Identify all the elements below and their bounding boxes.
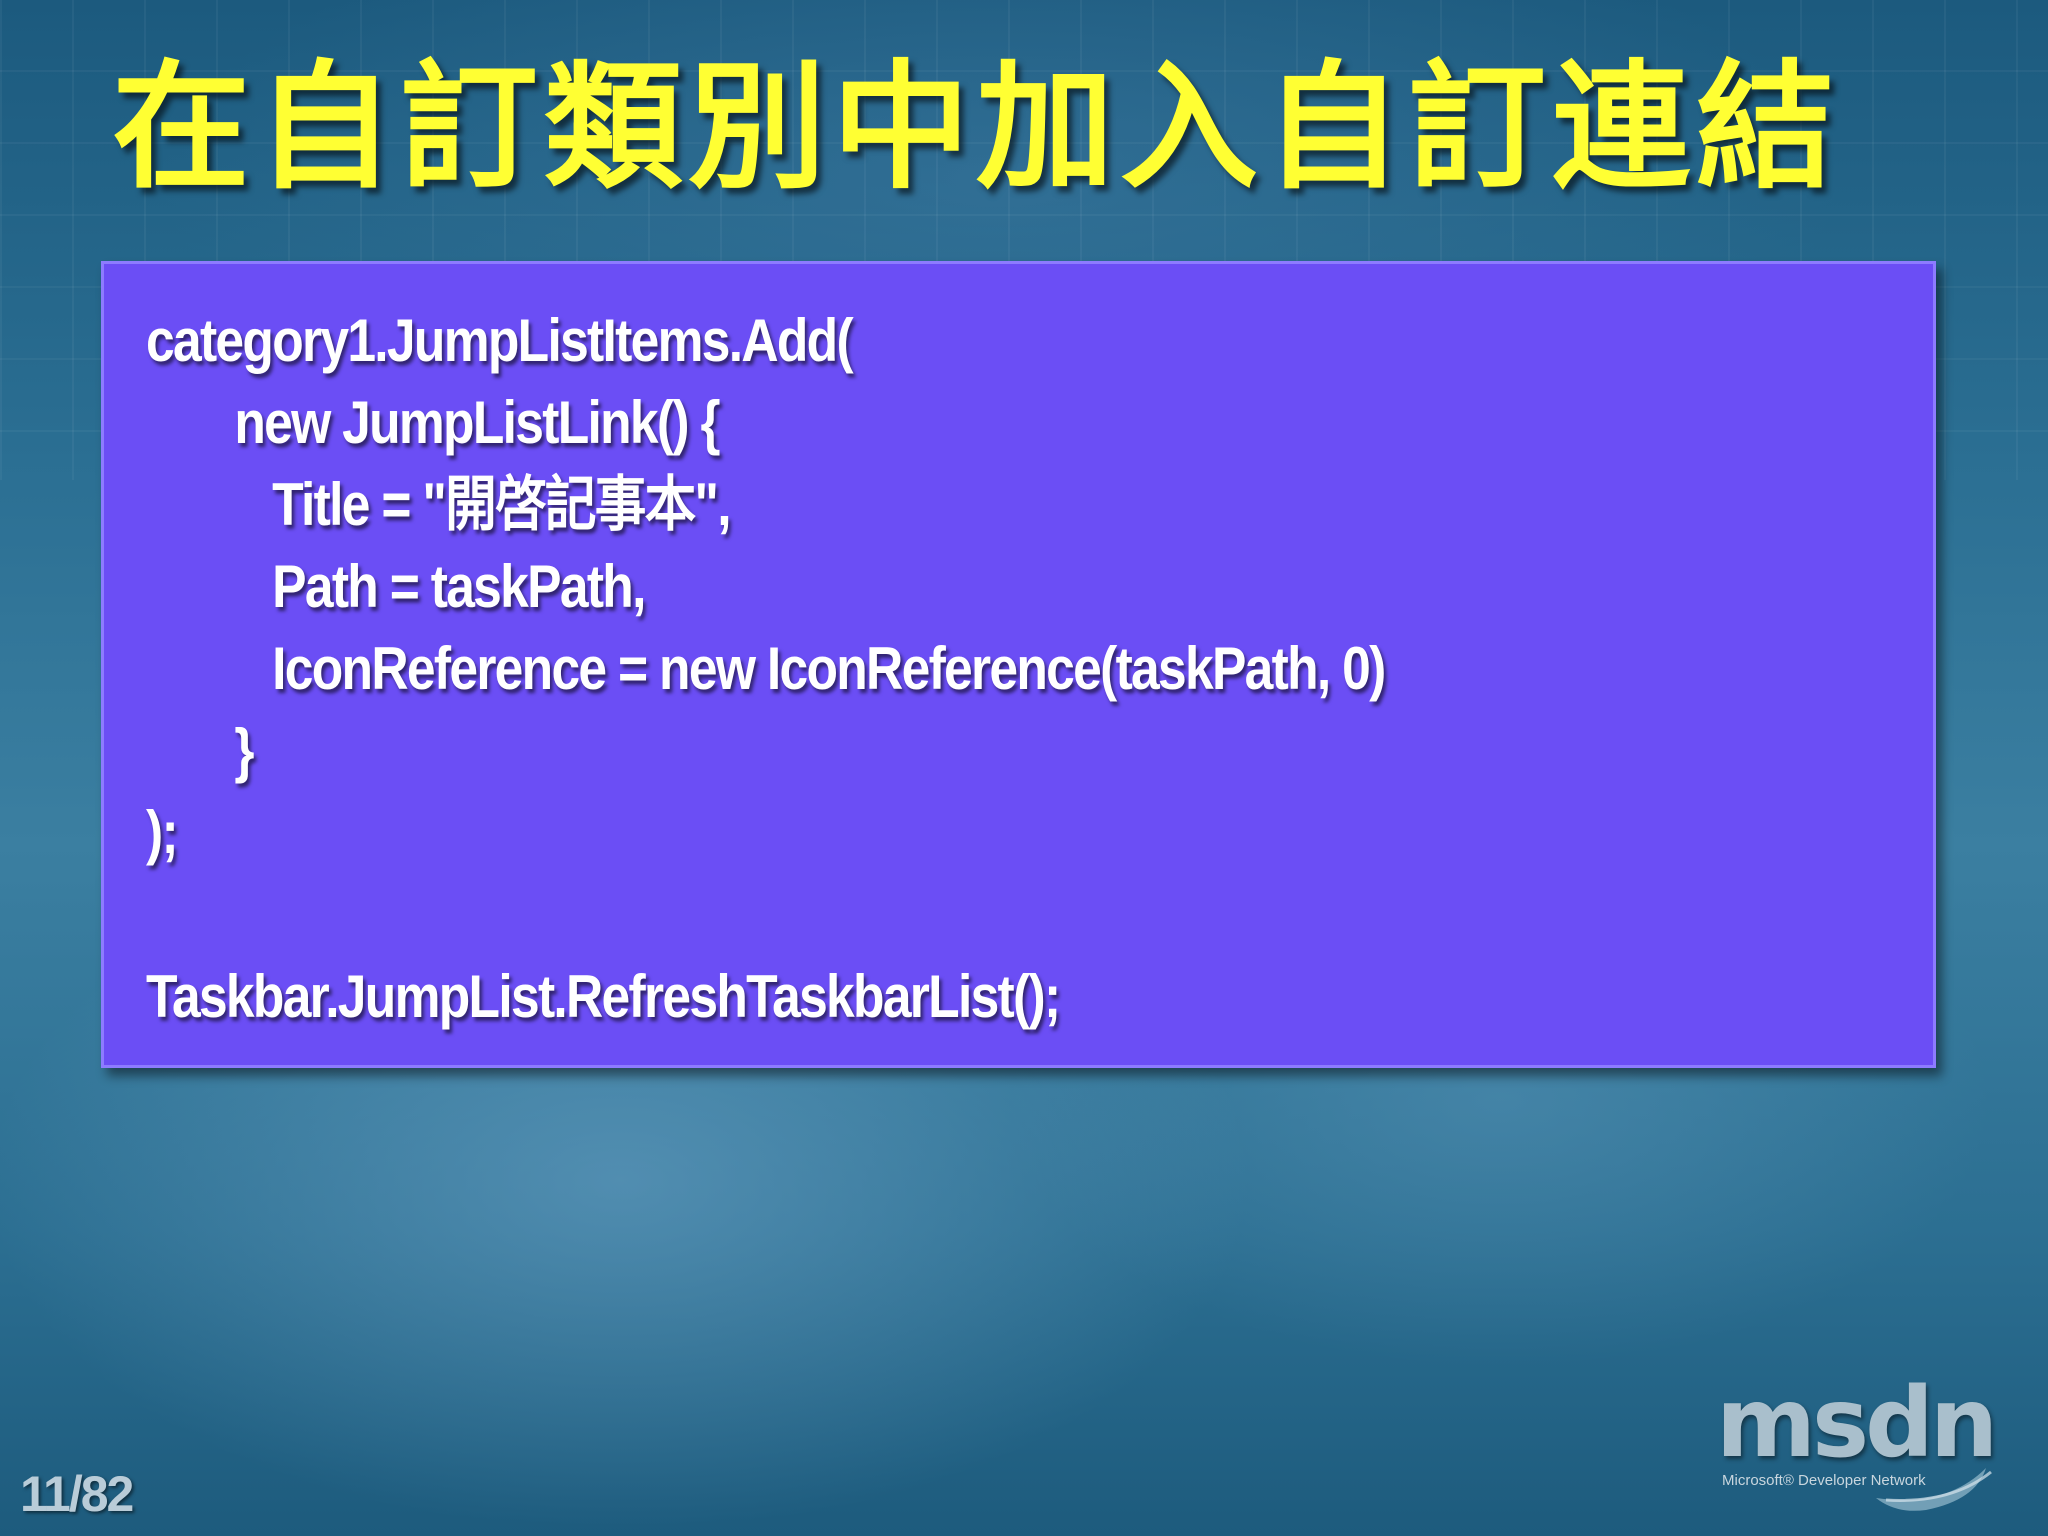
code-line: } [146,717,254,784]
page-number: 11/82 [20,1466,134,1522]
code-line: IconReference = new IconReference(taskPa… [146,635,1386,702]
code-line: new JumpListLink() { [146,389,720,456]
msdn-swoosh-icon [1876,1468,1992,1511]
code-line: Path = taskPath, [146,553,646,620]
code-line: category1.JumpListItems.Add( [146,307,854,374]
slide-title: 在自訂類別中加入自訂連結 [112,47,1841,208]
code-line: Taskbar.JumpList.RefreshTaskbarList(); [146,963,1061,1030]
msdn-logo: msdn Microsoft® Developer Network [1716,1368,2016,1511]
code-block: category1.JumpListItems.Add( new JumpLis… [101,261,1936,1068]
code-line: Title = "開啓記事本", [146,471,731,538]
code-line: ); [146,799,179,866]
